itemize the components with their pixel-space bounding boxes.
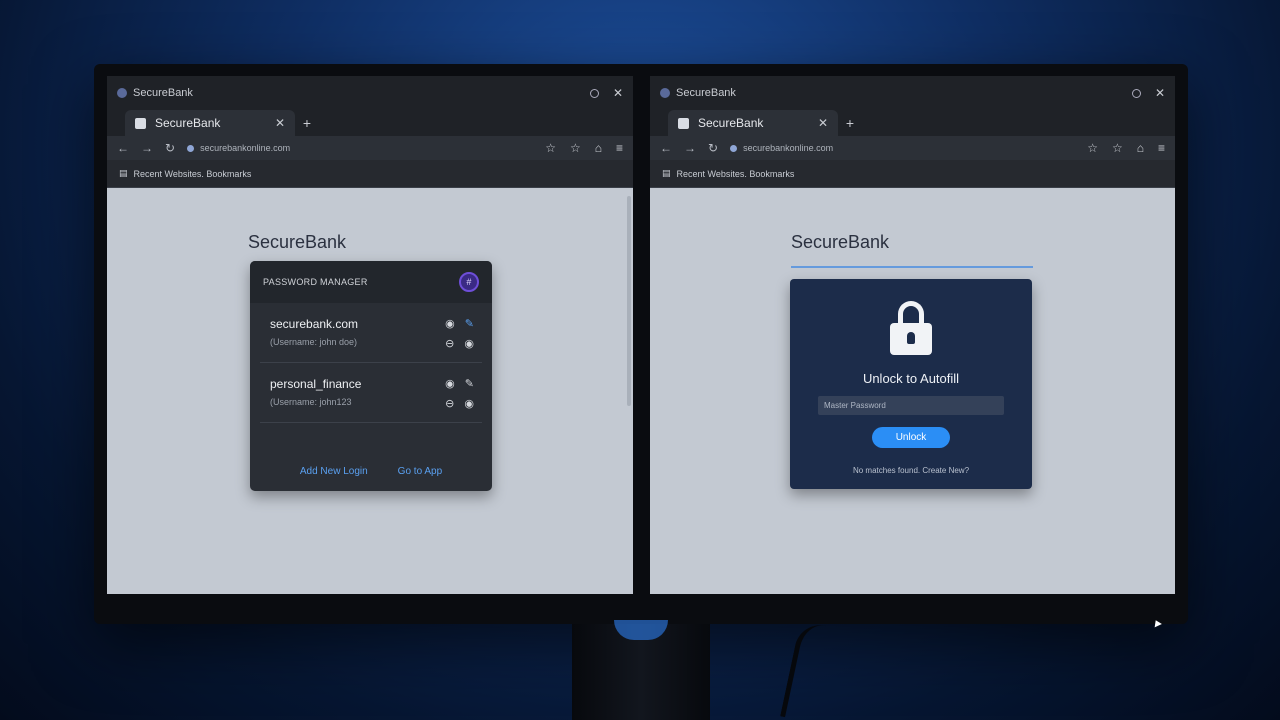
password-manager-popup: PASSWORD MANAGER # securebank.com (Usern…	[250, 261, 492, 491]
monitor-cable	[780, 620, 826, 720]
tab-close-icon[interactable]: ✕	[275, 116, 285, 130]
login-username: (Username: john doe)	[270, 337, 358, 347]
app-name: SecureBank	[133, 87, 193, 99]
login-site: personal_finance	[270, 377, 362, 391]
avatar[interactable]: #	[459, 272, 479, 292]
unlock-button[interactable]: Unlock	[872, 427, 950, 448]
address-bar[interactable]: securebankonline.com	[187, 139, 533, 157]
bookmark-star-icon[interactable]: ☆	[1087, 141, 1098, 155]
page-content: SecureBank PASSWORD MANAGER # securebank…	[107, 188, 633, 594]
forward-icon[interactable]: →	[141, 141, 153, 155]
minimize-icon[interactable]	[589, 88, 599, 98]
remove-icon[interactable]: ⊖	[445, 397, 454, 410]
master-password-input[interactable]	[818, 396, 1004, 415]
tab-strip: SecureBank ✕ +	[107, 110, 633, 136]
new-tab-button[interactable]: +	[838, 110, 862, 136]
entry-actions: ◉ ✎	[445, 317, 474, 330]
bookmarks-icon[interactable]: ▤	[662, 168, 671, 179]
nav-toolbar: ← → ↻ securebankonline.com ☆ ☆ ⌂ ≡	[107, 136, 633, 160]
nav-toolbar: ← → ↻ securebankonline.com ☆ ☆ ⌂ ≡	[650, 136, 1175, 160]
login-entry[interactable]: securebank.com (Username: john doe) ◉ ✎ …	[260, 303, 482, 363]
menu-icon[interactable]: ≡	[616, 141, 623, 155]
mouse-cursor-icon	[1152, 618, 1162, 628]
edit-icon[interactable]: ✎	[465, 377, 474, 390]
view-eye-icon[interactable]: ◉	[445, 377, 455, 390]
menu-icon[interactable]: ≡	[1158, 141, 1165, 155]
extension-star-icon[interactable]: ☆	[570, 141, 581, 155]
app-icon	[660, 88, 670, 98]
browser-chrome: SecureBank ✕ SecureBank ✕ + ← → ↻ secure…	[650, 76, 1175, 188]
login-username: (Username: john123	[270, 397, 352, 407]
right-browser-window: SecureBank ✕ SecureBank ✕ + ← → ↻ secure…	[650, 76, 1175, 594]
url-text: securebankonline.com	[743, 143, 834, 153]
minimize-icon[interactable]	[1131, 88, 1141, 98]
bookmarks-text[interactable]: Recent Websites. Bookmarks	[134, 169, 252, 179]
password-manager-footer: Add New Login Go to App	[250, 466, 492, 477]
page-content: SecureBank Unlock to Autofill Unlock No …	[650, 188, 1175, 594]
app-name: SecureBank	[676, 87, 736, 99]
title-bar: SecureBank ✕	[650, 76, 1175, 110]
bookmark-star-icon[interactable]: ☆	[545, 141, 556, 155]
site-info-icon[interactable]	[187, 144, 195, 152]
page-brand: SecureBank	[791, 232, 890, 252]
bookmarks-bar: ▤ Recent Websites. Bookmarks	[650, 160, 1175, 188]
view-eye-icon[interactable]: ◉	[445, 317, 455, 330]
page-brand: SecureBank	[248, 232, 347, 252]
toolbar-icons: ☆ ☆ ⌂ ≡	[545, 141, 623, 155]
left-browser-window: SecureBank ✕ SecureBank ✕ + ← → ↻ secure…	[107, 76, 633, 594]
bookmarks-bar: ▤ Recent Websites. Bookmarks	[107, 160, 633, 188]
tab-label: SecureBank	[155, 116, 221, 130]
go-to-app-link[interactable]: Go to App	[398, 466, 442, 477]
create-new-link[interactable]: No matches found. Create New?	[790, 466, 1032, 475]
favicon-icon	[135, 117, 146, 129]
favicon-icon	[678, 117, 689, 129]
address-bar[interactable]: securebankonline.com	[730, 139, 1075, 157]
unlock-title: Unlock to Autofill	[862, 371, 960, 386]
title-bar: SecureBank ✕	[107, 76, 633, 110]
entry-actions-secondary: ⊖ ◉	[445, 397, 474, 410]
password-manager-title: PASSWORD MANAGER	[263, 277, 368, 287]
tab-label: SecureBank	[698, 116, 764, 130]
remove-icon[interactable]: ⊖	[445, 337, 454, 350]
desktop-scene: SecureBank ✕ SecureBank ✕ + ← → ↻ secure…	[0, 0, 1280, 720]
site-info-icon[interactable]	[730, 144, 738, 152]
edit-icon[interactable]: ✎	[465, 317, 474, 330]
tab-securebank[interactable]: SecureBank ✕	[668, 110, 838, 136]
new-tab-button[interactable]: +	[295, 110, 319, 136]
bookmarks-icon[interactable]: ▤	[119, 168, 128, 179]
extension-icon[interactable]: ⌂	[1137, 141, 1144, 155]
reload-icon[interactable]: ↻	[165, 141, 175, 155]
toolbar-icons: ☆ ☆ ⌂ ≡	[1087, 141, 1165, 155]
app-icon	[117, 88, 127, 98]
extension-icon[interactable]: ⌂	[595, 141, 602, 155]
reveal-eye-icon[interactable]: ◉	[464, 337, 474, 350]
scrollbar[interactable]	[627, 196, 631, 406]
unlock-autofill-dialog: Unlock to Autofill Unlock No matches fou…	[790, 279, 1032, 489]
entry-actions-secondary: ⊖ ◉	[445, 337, 474, 350]
window-controls: ✕	[589, 86, 623, 100]
padlock-icon	[890, 301, 932, 355]
password-manager-header: PASSWORD MANAGER #	[250, 261, 492, 303]
reveal-eye-icon[interactable]: ◉	[464, 397, 474, 410]
forward-icon[interactable]: →	[684, 141, 696, 155]
browser-chrome: SecureBank ✕ SecureBank ✕ + ← → ↻ secure…	[107, 76, 633, 188]
extension-star-icon[interactable]: ☆	[1112, 141, 1123, 155]
reload-icon[interactable]: ↻	[708, 141, 718, 155]
add-new-login-link[interactable]: Add New Login	[300, 466, 368, 477]
login-entry[interactable]: personal_finance (Username: john123 ◉ ✎ …	[260, 363, 482, 423]
tab-close-icon[interactable]: ✕	[818, 116, 828, 130]
url-text: securebankonline.com	[200, 143, 291, 153]
close-window-icon[interactable]: ✕	[613, 86, 623, 100]
back-icon[interactable]: ←	[660, 141, 672, 155]
brand-divider	[791, 266, 1033, 268]
back-icon[interactable]: ←	[117, 141, 129, 155]
tab-strip: SecureBank ✕ +	[650, 110, 1175, 136]
close-window-icon[interactable]: ✕	[1155, 86, 1165, 100]
login-site: securebank.com	[270, 317, 359, 331]
tab-securebank[interactable]: SecureBank ✕	[125, 110, 295, 136]
bookmarks-text[interactable]: Recent Websites. Bookmarks	[677, 169, 795, 179]
window-controls: ✕	[1131, 86, 1165, 100]
entry-actions: ◉ ✎	[445, 377, 474, 390]
